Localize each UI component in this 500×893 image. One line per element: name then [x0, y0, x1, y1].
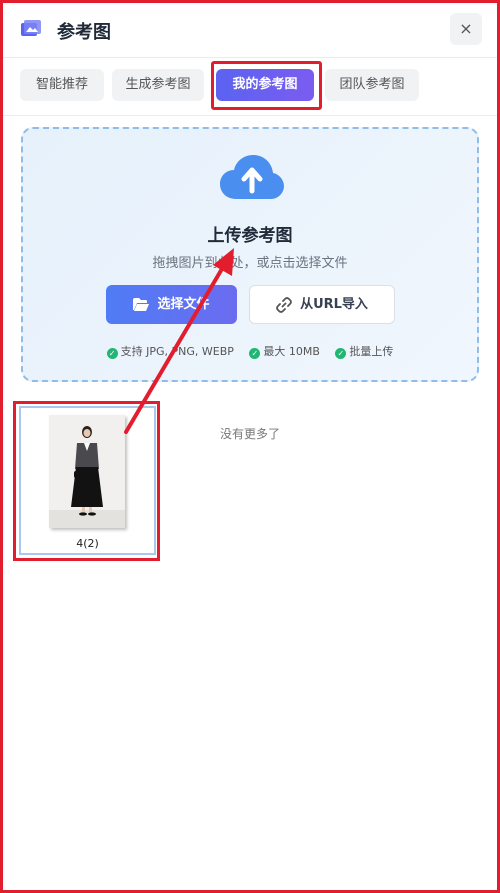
folder-open-icon	[133, 298, 150, 311]
select-file-label: 选择文件	[157, 297, 210, 312]
upload-subtitle: 拖拽图片到此处，或点击选择文件	[152, 256, 348, 271]
end-of-list-text: 没有更多了	[220, 427, 281, 441]
person-photo	[49, 415, 125, 528]
upload-features: ✓ 支持 JPG, PNG, WEBP ✓ 最大 10MB ✓ 批量上传	[23, 343, 477, 359]
tab-highlight-box	[211, 61, 322, 110]
select-file-button[interactable]: 选择文件	[106, 285, 237, 324]
check-circle-icon: ✓	[249, 348, 261, 359]
link-icon	[276, 296, 292, 313]
reference-thumbnail[interactable]	[49, 415, 125, 528]
close-button[interactable]: ×	[450, 13, 482, 45]
reference-image-card[interactable]: 4(2)	[19, 406, 156, 555]
tab-smart-recommend[interactable]: 智能推荐	[20, 69, 104, 101]
check-circle-icon: ✓	[106, 348, 118, 359]
image-icon	[21, 20, 41, 36]
upload-title: 上传参考图	[207, 226, 293, 246]
tab-team-reference[interactable]: 团队参考图	[325, 69, 419, 101]
import-url-label: 从URL导入	[300, 297, 368, 312]
cloud-upload-icon	[220, 155, 284, 199]
page-title: 参考图	[57, 22, 111, 43]
import-url-button[interactable]: 从URL导入	[249, 285, 395, 324]
upload-dropzone[interactable]: 上传参考图 拖拽图片到此处，或点击选择文件 选择文件 从URL导入 ✓ 支持 JP…	[21, 127, 479, 382]
check-circle-icon: ✓	[335, 348, 347, 359]
card-label: 4(2)	[76, 537, 99, 550]
feature-batch: ✓ 批量上传	[335, 343, 393, 359]
feature-formats: ✓ 支持 JPG, PNG, WEBP	[106, 343, 234, 359]
tab-generate-reference[interactable]: 生成参考图	[112, 69, 204, 101]
panel-header: 参考图 ×	[3, 3, 497, 58]
feature-max-size: ✓ 最大 10MB	[249, 343, 320, 359]
